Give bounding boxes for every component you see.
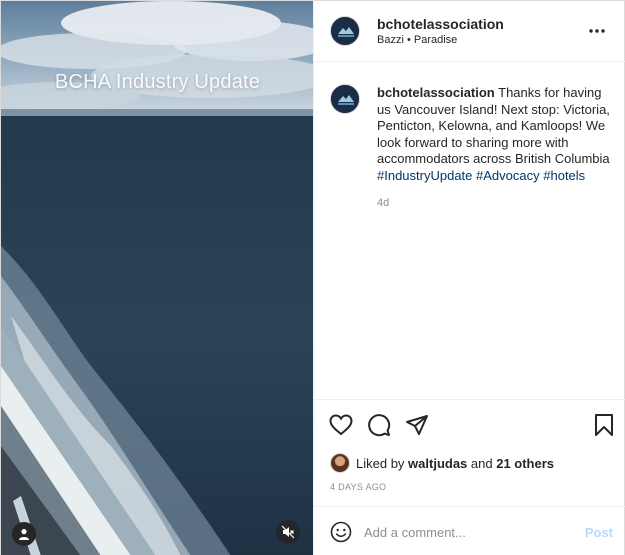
caption-text: bchotelassociation Thanks for having us … <box>377 85 617 184</box>
user-tag-icon <box>19 529 29 540</box>
instagram-post: BCHA Industry Update bchotelassociation … <box>0 0 625 555</box>
caption-avatar[interactable] <box>330 84 360 114</box>
comment-icon <box>368 414 391 437</box>
mute-icon <box>281 525 295 539</box>
save-button[interactable] <box>591 412 617 438</box>
caption-age[interactable]: 4d <box>377 197 389 209</box>
comment-input[interactable] <box>364 521 564 543</box>
emoji-icon <box>330 521 352 543</box>
post-video[interactable]: BCHA Industry Update <box>1 1 313 555</box>
video-overlay-title: BCHA Industry Update <box>54 71 261 93</box>
heart-icon <box>329 414 353 436</box>
likes-middle: and <box>467 455 497 471</box>
action-bar <box>314 399 625 449</box>
hashtag-advocacy[interactable]: #Advocacy <box>476 168 540 183</box>
likes-others-link[interactable]: 21 others <box>496 456 554 471</box>
hashtag-hotels[interactable]: #hotels <box>543 168 585 183</box>
bookmark-icon <box>595 414 613 436</box>
post-comment-button[interactable]: Post <box>585 525 613 540</box>
liker-avatar[interactable] <box>330 453 350 473</box>
share-icon <box>406 415 428 435</box>
header-username[interactable]: bchotelassociation <box>377 16 504 32</box>
comment-button[interactable] <box>366 412 392 438</box>
header-location[interactable]: Bazzi • Paradise <box>377 34 457 46</box>
comment-composer: Post <box>314 506 625 555</box>
share-button[interactable] <box>404 412 430 438</box>
post-header: bchotelassociation Bazzi • Paradise <box>314 1 625 62</box>
emoji-button[interactable] <box>330 521 352 543</box>
likes-text: Liked by waltjudas and 21 others <box>356 456 554 471</box>
post-side-panel: bchotelassociation Bazzi • Paradise bcho… <box>313 1 625 555</box>
likes-summary: Liked by waltjudas and 21 others <box>330 452 554 474</box>
post-timestamp[interactable]: 4 DAYS AGO <box>330 482 386 492</box>
liker-username[interactable]: waltjudas <box>408 456 467 471</box>
header-avatar[interactable] <box>330 16 360 46</box>
more-options-button[interactable] <box>585 19 609 43</box>
user-tag-button[interactable] <box>12 522 36 546</box>
bcha-logo-icon <box>331 85 359 113</box>
sea-and-wake <box>1 116 313 555</box>
like-button[interactable] <box>328 412 354 438</box>
bcha-logo-icon <box>331 17 359 45</box>
mute-button[interactable] <box>276 520 300 544</box>
more-options-icon <box>589 29 605 33</box>
likes-prefix: Liked by <box>356 455 409 471</box>
caption-username[interactable]: bchotelassociation <box>377 85 495 100</box>
sky-clouds <box>1 1 313 116</box>
hashtag-industryupdate[interactable]: #IndustryUpdate <box>377 168 472 183</box>
